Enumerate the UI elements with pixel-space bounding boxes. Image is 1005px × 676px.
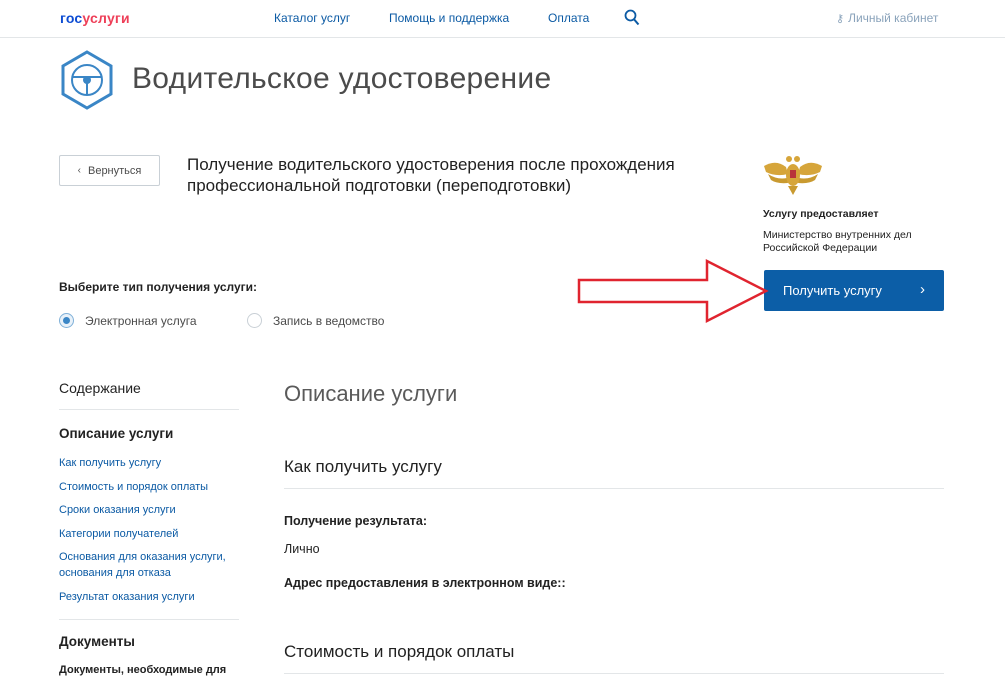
emblem-icon bbox=[764, 156, 822, 195]
toc-link-cost[interactable]: Стоимость и порядок оплаты bbox=[59, 479, 239, 495]
personal-account-label: Личный кабинет bbox=[848, 11, 939, 25]
search-icon[interactable] bbox=[624, 9, 640, 27]
content-divider bbox=[284, 673, 944, 674]
logo-part-1: гос bbox=[60, 10, 83, 26]
toc-documents-sub: Документы, необходимые для bbox=[59, 664, 227, 676]
content-divider bbox=[284, 488, 944, 489]
steering-wheel-icon bbox=[61, 50, 113, 110]
get-service-label: Получить услугу bbox=[783, 283, 882, 298]
personal-account-link[interactable]: ⚷ Личный кабинет bbox=[836, 11, 938, 25]
toc-link-result[interactable]: Результат оказания услуги bbox=[59, 589, 239, 605]
subheading-cost: Стоимость и порядок оплаты bbox=[284, 642, 515, 661]
gosuslugi-logo[interactable]: госуслуги bbox=[60, 10, 130, 26]
toc-divider bbox=[59, 409, 239, 410]
result-value: Лично bbox=[284, 542, 320, 556]
toc-section-description: Описание услуги bbox=[59, 426, 174, 441]
toc-link-categories[interactable]: Категории получателей bbox=[59, 526, 239, 542]
nav-help[interactable]: Помощь и поддержка bbox=[389, 11, 509, 25]
service-type-label: Выберите тип получения услуги: bbox=[59, 280, 258, 294]
get-service-button[interactable]: Получить услугу › bbox=[764, 270, 944, 311]
toc-section-documents: Документы bbox=[59, 634, 135, 649]
main-heading: Описание услуги bbox=[284, 381, 458, 406]
page-title: Водительское удостоверение bbox=[132, 62, 552, 95]
chevron-left-icon: ‹ bbox=[77, 165, 81, 176]
result-label: Получение результата: bbox=[284, 514, 428, 528]
toc-divider bbox=[59, 619, 239, 620]
back-button[interactable]: ‹ Вернуться bbox=[59, 155, 160, 186]
toc-heading: Содержание bbox=[59, 380, 141, 396]
logo-part-2: услуги bbox=[82, 10, 130, 26]
radio-office-label: Запись в ведомство bbox=[273, 313, 385, 328]
arrow-annotation bbox=[577, 258, 769, 324]
service-name: Получение водительского удостоверения по… bbox=[187, 155, 675, 195]
toc-link-grounds[interactable]: Основания для оказания услуги, основания… bbox=[59, 549, 239, 581]
address-label: Адрес предоставления в электронном виде:… bbox=[284, 576, 566, 590]
provider-name: Министерство внутренних дел Российской Ф… bbox=[763, 229, 912, 254]
nav-payment[interactable]: Оплата bbox=[548, 11, 589, 25]
back-button-label: Вернуться bbox=[87, 164, 142, 177]
subheading-how: Как получить услугу bbox=[284, 457, 442, 476]
top-bar: госуслуги Каталог услуг Помощь и поддерж… bbox=[0, 0, 1005, 38]
chevron-right-icon: › bbox=[920, 281, 925, 298]
nav-catalog[interactable]: Каталог услуг bbox=[274, 11, 350, 25]
key-icon: ⚷ bbox=[836, 13, 845, 25]
toc-link-terms[interactable]: Сроки оказания услуги bbox=[59, 502, 239, 518]
radio-electronic-label: Электронная услуга bbox=[85, 313, 197, 328]
radio-electronic[interactable]: Электронная услуга bbox=[59, 313, 197, 328]
radio-unchecked-icon bbox=[247, 313, 262, 328]
radio-checked-icon bbox=[59, 313, 74, 328]
provider-heading: Услугу предоставляет bbox=[763, 208, 879, 220]
radio-office[interactable]: Запись в ведомство bbox=[247, 313, 384, 328]
toc-link-how[interactable]: Как получить услугу bbox=[59, 455, 239, 471]
